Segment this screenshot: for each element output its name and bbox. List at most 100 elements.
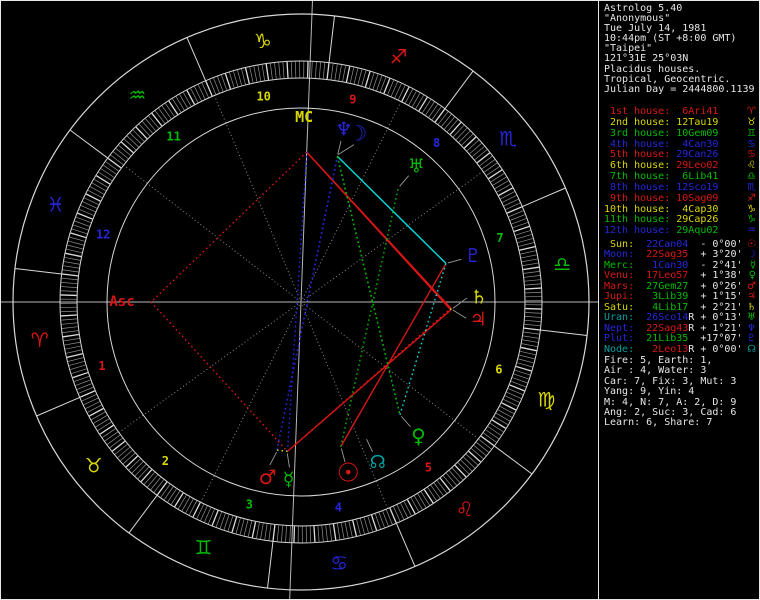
- sign-boundary-line: [522, 187, 566, 208]
- house-number: 4: [335, 501, 342, 515]
- node-pointer-line: [366, 438, 373, 452]
- degree-tick: [148, 115, 160, 129]
- house-cusp-value: 12Tau19: [670, 116, 719, 128]
- pluto-pointer-line: [447, 258, 462, 264]
- house-label: 7th house:: [604, 171, 671, 183]
- house-number: 5: [425, 461, 432, 475]
- degree-tick: [268, 524, 272, 541]
- degree-tick: [145, 118, 157, 132]
- degree-tick: [521, 343, 538, 347]
- saturn-pointer-line: [452, 297, 468, 309]
- aspect-line-mc-jup: [306, 151, 452, 311]
- planet-position-value: 27Gem27: [634, 280, 689, 292]
- house-label: 4th house:: [604, 138, 671, 150]
- degree-tick: [64, 341, 81, 346]
- degree-tick: [276, 525, 280, 542]
- degree-tick: [445, 472, 457, 486]
- planet-label: Jupi:: [604, 291, 635, 303]
- sign-boundary-line: [14, 268, 62, 275]
- degree-tick: [483, 432, 497, 443]
- degree-tick: [120, 449, 133, 462]
- degree-tick: [448, 470, 461, 483]
- degree-tick: [525, 291, 542, 294]
- degree-tick: [247, 520, 253, 537]
- degree-tick: [359, 518, 365, 535]
- degree-tick: [522, 335, 539, 339]
- house-row: 12th house: 29Aqu02 ♒: [604, 225, 759, 237]
- degree-tick: [235, 518, 241, 534]
- degree-tick: [174, 492, 184, 508]
- degree-tick: [128, 458, 141, 471]
- planet-label: Node:: [604, 343, 635, 355]
- degree-tick: [131, 461, 144, 474]
- degree-tick: [62, 333, 79, 338]
- house-cusp-value: 29Leo02: [670, 160, 719, 172]
- degree-tick: [517, 362, 533, 368]
- aspect-line-sun-plu: [340, 263, 447, 447]
- degree-tick: [368, 72, 375, 89]
- degree-tick: [153, 479, 165, 493]
- degree-tick: [105, 161, 119, 172]
- degree-tick: [516, 234, 532, 240]
- house-cusp-value: 6Ari41: [670, 106, 719, 117]
- house-cusp-line: [213, 95, 302, 303]
- degree-tick: [430, 484, 441, 499]
- degree-tick: [182, 92, 192, 107]
- sign-boundary-line: [186, 37, 207, 81]
- house-label: 11th house:: [604, 214, 671, 226]
- degree-tick: [493, 416, 509, 426]
- degree-tick: [67, 244, 83, 250]
- degree-tick: [406, 499, 416, 515]
- degree-tick: [330, 63, 334, 80]
- sign-boundary-line: [69, 129, 109, 159]
- aspect-line-moon-plu: [337, 156, 447, 264]
- degree-tick: [523, 271, 540, 274]
- degree-tick: [140, 469, 153, 483]
- planet-label: Plut:: [604, 333, 635, 345]
- degree-tick: [278, 62, 281, 79]
- jupiter-icon: ♃: [470, 308, 487, 330]
- house-number: 7: [496, 231, 503, 245]
- degree-tick: [65, 345, 81, 350]
- degree-tick: [521, 258, 538, 263]
- planet-position-value: 17Leo57: [634, 270, 689, 282]
- planet-label: Mars:: [604, 280, 635, 292]
- degree-tick: [70, 232, 87, 239]
- planet-label: Sun:: [604, 239, 635, 250]
- house-number: 12: [96, 228, 110, 242]
- degree-tick: [497, 409, 513, 418]
- degree-tick: [97, 421, 112, 431]
- degree-tick: [519, 245, 536, 251]
- degree-tick: [344, 522, 349, 538]
- node-icon: ☊: [370, 452, 386, 473]
- chart-wheel: ♈♉♊♋♌♍♎♏♐♑♒♓123 456789101112☉☽☿♀♂♃♄♅♆♇☊MC…: [1, 1, 598, 599]
- sign-boundary-line: [36, 396, 80, 417]
- degree-tick: [63, 261, 80, 265]
- degree-tick: [89, 186, 105, 195]
- degree-tick: [434, 108, 446, 123]
- degree-tick: [71, 228, 88, 235]
- daily-motion-value: + 3°20': [694, 249, 743, 261]
- sign-boundary-line: [493, 445, 533, 475]
- degree-tick: [356, 519, 361, 536]
- degree-tick: [274, 62, 277, 79]
- degree-tick: [452, 124, 465, 138]
- zodiac-sign-icon: ♐: [747, 192, 756, 204]
- degree-tick: [85, 193, 101, 202]
- degree-tick: [88, 407, 104, 417]
- planet-position-value: 22Sag43: [634, 322, 689, 334]
- degree-tick: [244, 67, 250, 84]
- planet-label: Satu:: [604, 301, 635, 313]
- virgo-sign-icon: ♍: [537, 388, 555, 412]
- degree-tick: [165, 103, 175, 117]
- degree-tick: [65, 349, 82, 354]
- house-cusp-value: 6Lib41: [670, 171, 719, 183]
- house-cusp-value: 12Sco19: [670, 181, 719, 193]
- degree-tick: [367, 516, 373, 532]
- degree-tick: [423, 489, 434, 504]
- degree-tick: [185, 498, 194, 514]
- degree-tick: [156, 481, 168, 496]
- house-label: 3rd house:: [604, 127, 671, 139]
- degree-tick: [325, 525, 328, 542]
- degree-tick: [451, 467, 464, 481]
